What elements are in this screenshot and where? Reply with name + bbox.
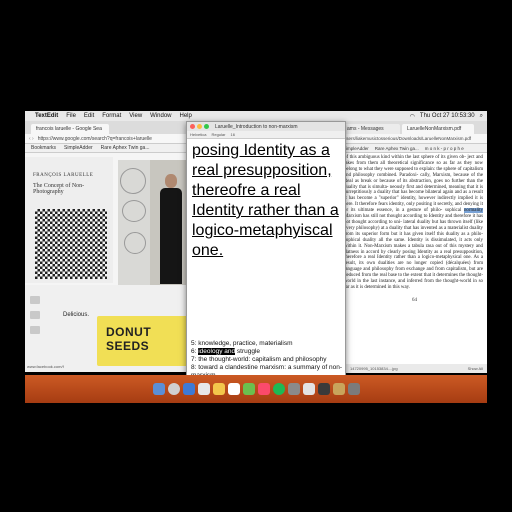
menu-format[interactable]: Format bbox=[102, 113, 121, 119]
side-icons bbox=[30, 296, 40, 334]
textedit-document[interactable]: posing Identity as a real presupposition… bbox=[187, 139, 345, 263]
pdf-bookmarks-bar: SimpleAdder Rare Aphex Twin ga... m o n … bbox=[340, 144, 487, 153]
pdf-page-text[interactable]: of this ambiguous kind within the last s… bbox=[340, 153, 487, 293]
book-cover-image[interactable]: FRANÇOIS LARUELLE The Concept of Non-Pho… bbox=[25, 157, 113, 283]
cover-title: The Concept of Non-Photography bbox=[33, 183, 85, 195]
bookmark-item[interactable]: m o n k - p r o p h e bbox=[425, 146, 464, 151]
zoom-icon[interactable] bbox=[204, 124, 209, 129]
speaker-figure bbox=[160, 174, 182, 294]
list-item: 7: the thought-world: capitalism and phi… bbox=[191, 356, 327, 363]
textedit-title: Laruelle_Introduction to non-marxism bbox=[215, 123, 298, 130]
bookmark-item[interactable]: SimpleAdder bbox=[343, 146, 369, 151]
search-icon[interactable]: ⌕ bbox=[480, 113, 483, 120]
message-icon[interactable] bbox=[30, 311, 40, 319]
donut-seeds-image[interactable]: DONUT SEEDS bbox=[97, 316, 188, 366]
safari-icon[interactable] bbox=[182, 383, 195, 395]
messages-icon[interactable] bbox=[242, 383, 255, 395]
finder-icon[interactable] bbox=[152, 383, 165, 395]
preferences-icon[interactable] bbox=[287, 383, 300, 395]
menu-file[interactable]: File bbox=[66, 113, 76, 119]
list-item: 6: ideology and struggle bbox=[191, 348, 261, 355]
terminal-icon[interactable] bbox=[317, 383, 330, 395]
diagram-circle bbox=[122, 200, 146, 222]
pdf-url[interactable]: Users/liakemusictosserious/Downloads/Lar… bbox=[340, 134, 487, 144]
menu-app-name[interactable]: TextEdit bbox=[35, 113, 58, 119]
textedit-window: Laruelle_Introduction to non-marxism Hel… bbox=[186, 121, 346, 383]
download-shelf: 14720995_10153834....jpg Show All bbox=[346, 364, 487, 373]
chrome-icon[interactable] bbox=[197, 383, 210, 395]
dock bbox=[25, 375, 487, 403]
pdf-tabstrip: ams - Messages LaruelleNonMarxism.pdf bbox=[340, 121, 487, 134]
bookmark-item[interactable]: SimpleAdder bbox=[64, 145, 93, 151]
pdf-text-after: Marxism has still not thought according … bbox=[344, 214, 483, 290]
tab-messages[interactable]: ams - Messages bbox=[342, 124, 400, 134]
tile-caption: Delicious. bbox=[63, 312, 90, 318]
back-icon[interactable]: ‹ › bbox=[29, 136, 34, 142]
menu-help[interactable]: Help bbox=[180, 113, 192, 119]
launchpad-icon[interactable] bbox=[167, 383, 180, 395]
bookmark-item[interactable]: Bookmarks bbox=[31, 145, 56, 151]
pdf-text-before: of this ambiguous kind within the last s… bbox=[344, 155, 483, 214]
spotify-icon[interactable] bbox=[272, 383, 285, 395]
font-style-select[interactable]: Regular bbox=[211, 132, 225, 137]
font-size-select[interactable]: 16 bbox=[230, 132, 234, 137]
chapter-list: 5: knowledge, practice, materialism 6: i… bbox=[191, 340, 345, 380]
highlighted-text[interactable]: ideology and bbox=[198, 348, 236, 355]
minimize-icon[interactable] bbox=[197, 124, 202, 129]
window-controls bbox=[190, 124, 209, 129]
tab-pdf[interactable]: LaruelleNonMarxism.pdf bbox=[402, 124, 474, 134]
itunes-icon[interactable] bbox=[257, 383, 270, 395]
cover-pattern bbox=[35, 209, 107, 279]
textedit-format-bar: Helvetica Regular 16 bbox=[187, 131, 345, 139]
status-url: www.facebook.com/f bbox=[27, 364, 64, 369]
diagram-circle bbox=[120, 168, 146, 194]
url-text[interactable]: https://www.google.com/search?q=francois… bbox=[38, 136, 152, 142]
show-all-downloads[interactable]: Show All bbox=[468, 366, 483, 371]
cover-author: FRANÇOIS LARUELLE bbox=[33, 173, 94, 178]
bookmark-item[interactable]: Rare Aphex Twin ga... bbox=[375, 146, 419, 151]
download-item[interactable]: 14720995_10153834....jpg bbox=[350, 366, 398, 371]
notes-icon[interactable] bbox=[212, 383, 225, 395]
bookmark-item[interactable]: Rare Aphex Twin ga... bbox=[101, 145, 150, 151]
font-family-select[interactable]: Helvetica bbox=[190, 132, 206, 137]
macos-menubar: TextEdit File Edit Format View Window He… bbox=[25, 111, 487, 121]
document-large-text: posing Identity as a real presupposition… bbox=[192, 142, 339, 259]
calendar-icon[interactable] bbox=[227, 383, 240, 395]
menu-edit[interactable]: Edit bbox=[84, 113, 94, 119]
list-item: 5: knowledge, practice, materialism bbox=[191, 340, 293, 347]
wifi-icon[interactable]: ◠ bbox=[410, 113, 415, 120]
textedit-icon[interactable] bbox=[302, 383, 315, 395]
menu-view[interactable]: View bbox=[129, 113, 142, 119]
menu-window[interactable]: Window bbox=[150, 113, 171, 119]
textedit-titlebar[interactable]: Laruelle_Introduction to non-marxism bbox=[187, 122, 345, 131]
tab-google-search[interactable]: francois laruelle - Google Sea bbox=[31, 124, 109, 134]
pdf-window: ams - Messages LaruelleNonMarxism.pdf Us… bbox=[340, 121, 487, 371]
message-icon[interactable] bbox=[30, 296, 40, 304]
preview-icon[interactable] bbox=[332, 383, 345, 395]
trash-icon[interactable] bbox=[347, 383, 360, 395]
menubar-clock[interactable]: Thu Oct 27 10:53:30 bbox=[420, 113, 475, 120]
sign-text: DONUT SEEDS bbox=[106, 325, 152, 353]
message-icon[interactable] bbox=[30, 326, 40, 334]
pdf-selected-word[interactable]: normality bbox=[463, 208, 483, 214]
close-icon[interactable] bbox=[190, 124, 195, 129]
pdf-page-number: 64 bbox=[412, 298, 417, 303]
diagram-circle bbox=[124, 232, 146, 254]
